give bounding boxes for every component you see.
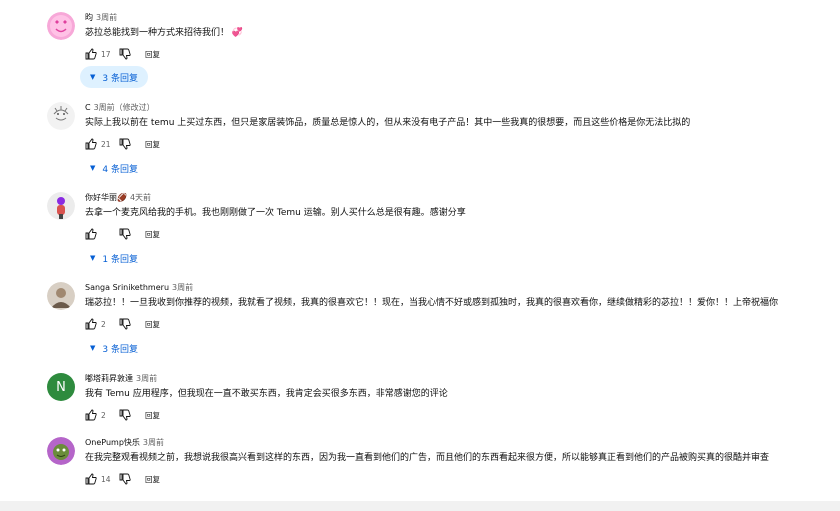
thumbs-up-icon[interactable] bbox=[85, 48, 97, 60]
thumbs-down-icon[interactable] bbox=[119, 409, 131, 421]
cartoon-avatar-icon bbox=[47, 437, 75, 465]
reply-button[interactable]: 回复 bbox=[145, 49, 160, 60]
thumbs-up-icon[interactable] bbox=[85, 138, 97, 150]
comment-actions: 2 回复 bbox=[85, 317, 160, 331]
view-replies-button[interactable]: ▼ 4 条回复 bbox=[80, 157, 148, 179]
comment-text: 实际上我以前在 temu 上买过东西，但只是家居装饰品，质量总是惊人的，但从来没… bbox=[85, 118, 691, 128]
caret-down-icon: ▼ bbox=[90, 254, 96, 262]
avatar[interactable] bbox=[47, 102, 75, 130]
thumbs-up-icon[interactable] bbox=[85, 318, 97, 330]
like-count: 17 bbox=[101, 49, 111, 59]
reply-button[interactable]: 回复 bbox=[145, 229, 160, 240]
comment-actions: 21 回复 bbox=[85, 137, 160, 151]
comment-meta: OnePump快乐 3周前 bbox=[85, 437, 164, 449]
caret-down-icon: ▼ bbox=[90, 164, 96, 172]
comment-time[interactable]: 3周前（修改过） bbox=[94, 103, 155, 112]
comment-text: 瑞苾拉！！一旦我收到你推荐的视频，我就看了视频，我真的很喜欢它！！现在，当我心情… bbox=[85, 298, 779, 308]
comment-actions: 17 回复 bbox=[85, 47, 160, 61]
view-replies-button[interactable]: ▼ 3 条回复 bbox=[80, 66, 148, 88]
thumbs-down-icon[interactable] bbox=[119, 318, 131, 330]
reply-button[interactable]: 回复 bbox=[145, 139, 160, 150]
comment-text: 去拿一个麦克风给我的手机。我也刚刚做了一次 Temu 运输。别人买什么总是很有趣… bbox=[85, 208, 466, 218]
comment-author[interactable]: 昀 bbox=[85, 13, 93, 22]
comment-author[interactable]: C bbox=[85, 103, 91, 112]
thumbs-down-icon[interactable] bbox=[119, 473, 131, 485]
avatar[interactable] bbox=[47, 192, 75, 220]
comment-author[interactable]: Sanga Srinikethmeru bbox=[85, 283, 169, 292]
thumbs-up-icon[interactable] bbox=[85, 409, 97, 421]
comment-author[interactable]: 嘟塔莉昇敦達 bbox=[85, 374, 133, 383]
like-count: 21 bbox=[101, 139, 111, 149]
like-count: 2 bbox=[101, 319, 106, 329]
comment-time[interactable]: 3周前 bbox=[136, 374, 157, 383]
like-count: 14 bbox=[101, 474, 111, 484]
comment-actions: 回复 bbox=[85, 227, 160, 241]
view-replies-button[interactable]: ▼ 3 条回复 bbox=[80, 337, 148, 359]
photo-avatar-icon bbox=[47, 282, 75, 310]
replies-label: 4 条回复 bbox=[102, 164, 138, 175]
caret-down-icon: ▼ bbox=[90, 73, 96, 81]
thumbs-down-icon[interactable] bbox=[119, 48, 131, 60]
comment-meta: 你好华丽🏈 4天前 bbox=[85, 192, 151, 204]
like-count: 2 bbox=[101, 410, 106, 420]
replies-label: 3 条回复 bbox=[102, 344, 138, 355]
comment-author[interactable]: OnePump快乐 bbox=[85, 438, 140, 447]
avatar[interactable]: N bbox=[47, 373, 75, 401]
reply-button[interactable]: 回复 bbox=[145, 474, 160, 485]
thumbs-down-icon[interactable] bbox=[119, 138, 131, 150]
comment-text: 我有 Temu 应用程序，但我现在一直不敢买东西，我肯定会买很多东西，非常感谢您… bbox=[85, 389, 448, 399]
sketch-avatar-icon bbox=[47, 102, 75, 130]
view-replies-button[interactable]: ▼ 1 条回复 bbox=[80, 247, 148, 269]
comment-actions: 14 回复 bbox=[85, 472, 160, 486]
comment-author[interactable]: 你好华丽🏈 bbox=[85, 193, 127, 202]
comment-actions: 2 回复 bbox=[85, 408, 160, 422]
comment-meta: Sanga Srinikethmeru 3周前 bbox=[85, 282, 193, 294]
reply-button[interactable]: 回复 bbox=[145, 410, 160, 421]
comment-meta: 嘟塔莉昇敦達 3周前 bbox=[85, 373, 157, 385]
avatar[interactable] bbox=[47, 437, 75, 465]
replies-label: 3 条回复 bbox=[102, 73, 138, 84]
caret-down-icon: ▼ bbox=[90, 344, 96, 352]
comment-text: 在我完整观看视频之前，我想说我很高兴看到这样的东西，因为我一直看到他们的广告，而… bbox=[85, 453, 770, 463]
bottom-scroll-edge bbox=[0, 501, 840, 511]
smiley-face-avatar-icon bbox=[47, 12, 75, 40]
reply-button[interactable]: 回复 bbox=[145, 319, 160, 330]
avatar-letter: N bbox=[56, 379, 66, 395]
comment-time[interactable]: 3周前 bbox=[96, 13, 117, 22]
comment-time[interactable]: 3周前 bbox=[143, 438, 164, 447]
thumbs-down-icon[interactable] bbox=[119, 228, 131, 240]
figure-avatar-icon bbox=[47, 192, 75, 220]
comment-meta: C 3周前（修改过） bbox=[85, 102, 155, 114]
comment-meta: 昀 3周前 bbox=[85, 12, 117, 24]
replies-label: 1 条回复 bbox=[102, 254, 138, 265]
avatar[interactable] bbox=[47, 282, 75, 310]
thumbs-up-icon[interactable] bbox=[85, 228, 97, 240]
comment-text: 苾拉总能找到一种方式来招待我们！ 💞 bbox=[85, 28, 244, 38]
avatar[interactable] bbox=[47, 12, 75, 40]
thumbs-up-icon[interactable] bbox=[85, 473, 97, 485]
comment-time[interactable]: 3周前 bbox=[172, 283, 193, 292]
comment-time[interactable]: 4天前 bbox=[130, 193, 151, 202]
